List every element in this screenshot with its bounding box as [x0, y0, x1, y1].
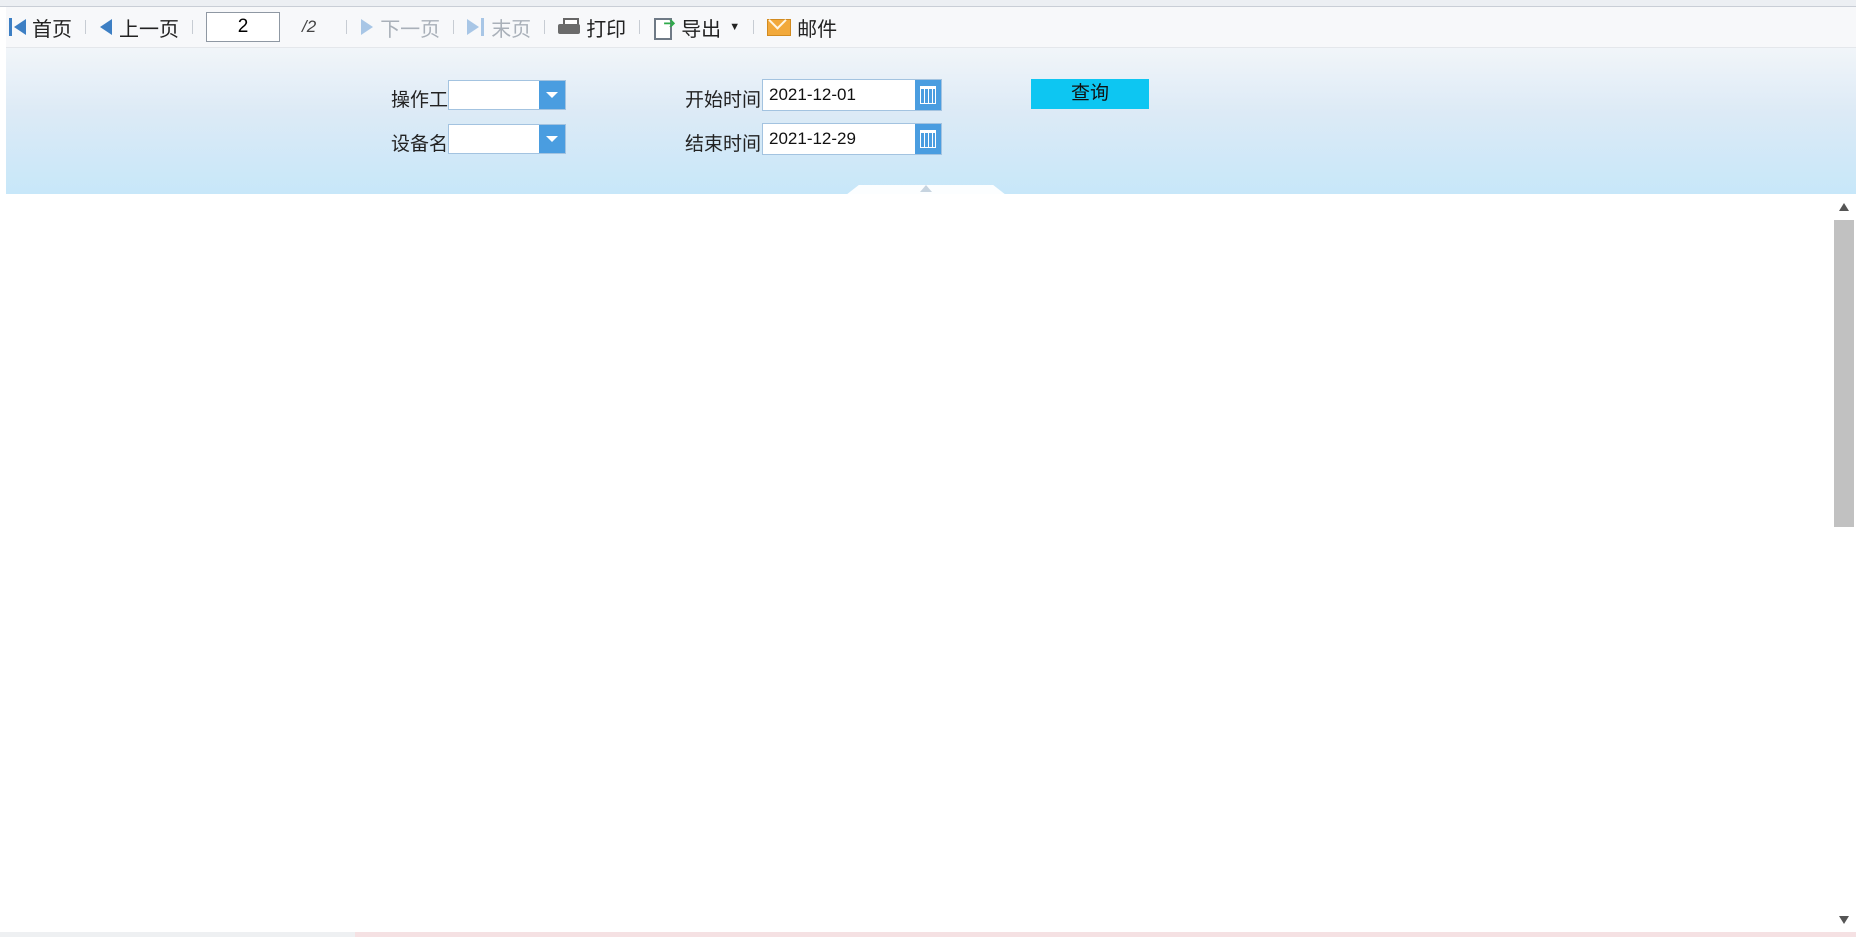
toolbar-separator [639, 20, 641, 34]
prev-page-button[interactable]: 上一页 [97, 11, 181, 43]
collapse-panel-handle[interactable] [846, 185, 1006, 195]
next-page-button[interactable]: 下一页 [358, 11, 442, 43]
calendar-icon[interactable] [915, 80, 941, 110]
start-time-field[interactable]: 2021-12-01 [762, 79, 942, 111]
prev-page-label: 上一页 [119, 18, 179, 41]
prev-page-icon [99, 18, 113, 36]
operator-label: 操作工: [391, 90, 454, 111]
end-time-label: 结束时间: [685, 134, 767, 155]
total-pages: /2 [302, 17, 317, 36]
last-page-label: 末页 [491, 18, 532, 41]
end-time-value: 2021-12-29 [769, 129, 856, 148]
parameter-panel: 操作工: 设备名: 开始时间: 2021-12-01 结束时间: 2021-12… [6, 48, 1856, 194]
calendar-icon[interactable] [915, 124, 941, 154]
first-page-label: 首页 [32, 18, 72, 41]
dropdown-arrow-icon[interactable] [539, 81, 565, 109]
bottom-strip [0, 932, 1856, 937]
next-page-icon [360, 18, 374, 36]
toolbar-separator [346, 20, 348, 34]
print-label: 打印 [586, 18, 627, 41]
mail-icon [767, 18, 792, 36]
scrollbar-thumb[interactable] [1834, 220, 1854, 527]
export-label: 导出 [681, 18, 722, 41]
last-page-button[interactable]: 末页 [465, 11, 533, 43]
chevron-down-icon: ▼ [729, 21, 741, 33]
toolbar-separator [453, 20, 455, 34]
mail-button[interactable]: 邮件 [765, 11, 839, 43]
device-label: 设备名: [391, 134, 454, 155]
print-button[interactable]: 打印 [556, 11, 628, 43]
query-button[interactable]: 查询 [1031, 79, 1149, 109]
toolbar-separator [192, 20, 193, 34]
toolbar-separator [544, 20, 546, 34]
window-top-border [0, 0, 1856, 7]
export-button[interactable]: 导出 ▼ [651, 11, 742, 43]
report-content-area [6, 195, 1832, 932]
export-icon [653, 14, 676, 40]
mail-label: 邮件 [797, 18, 838, 41]
end-time-field[interactable]: 2021-12-29 [762, 123, 942, 155]
scroll-down-arrow-icon[interactable] [1839, 916, 1849, 924]
toolbar-separator [85, 20, 86, 34]
start-time-value: 2021-12-01 [769, 85, 856, 104]
next-page-label: 下一页 [380, 18, 441, 41]
device-combo[interactable] [448, 124, 566, 154]
first-page-icon [8, 18, 26, 36]
dropdown-arrow-icon[interactable] [539, 125, 565, 153]
page-number-input[interactable] [206, 12, 280, 42]
print-icon [558, 17, 581, 37]
toolbar-separator [753, 20, 755, 34]
start-time-label: 开始时间: [685, 90, 767, 111]
vertical-scrollbar[interactable] [1832, 195, 1856, 932]
report-toolbar: 首页 上一页 /2 下一页 末页 打印 导出 ▼ 邮件 [6, 7, 1856, 48]
operator-combo[interactable] [448, 80, 566, 110]
first-page-button[interactable]: 首页 [6, 11, 74, 43]
scroll-up-arrow-icon[interactable] [1839, 203, 1849, 211]
last-page-icon [467, 18, 485, 36]
bottom-strip-highlight [355, 932, 1856, 937]
